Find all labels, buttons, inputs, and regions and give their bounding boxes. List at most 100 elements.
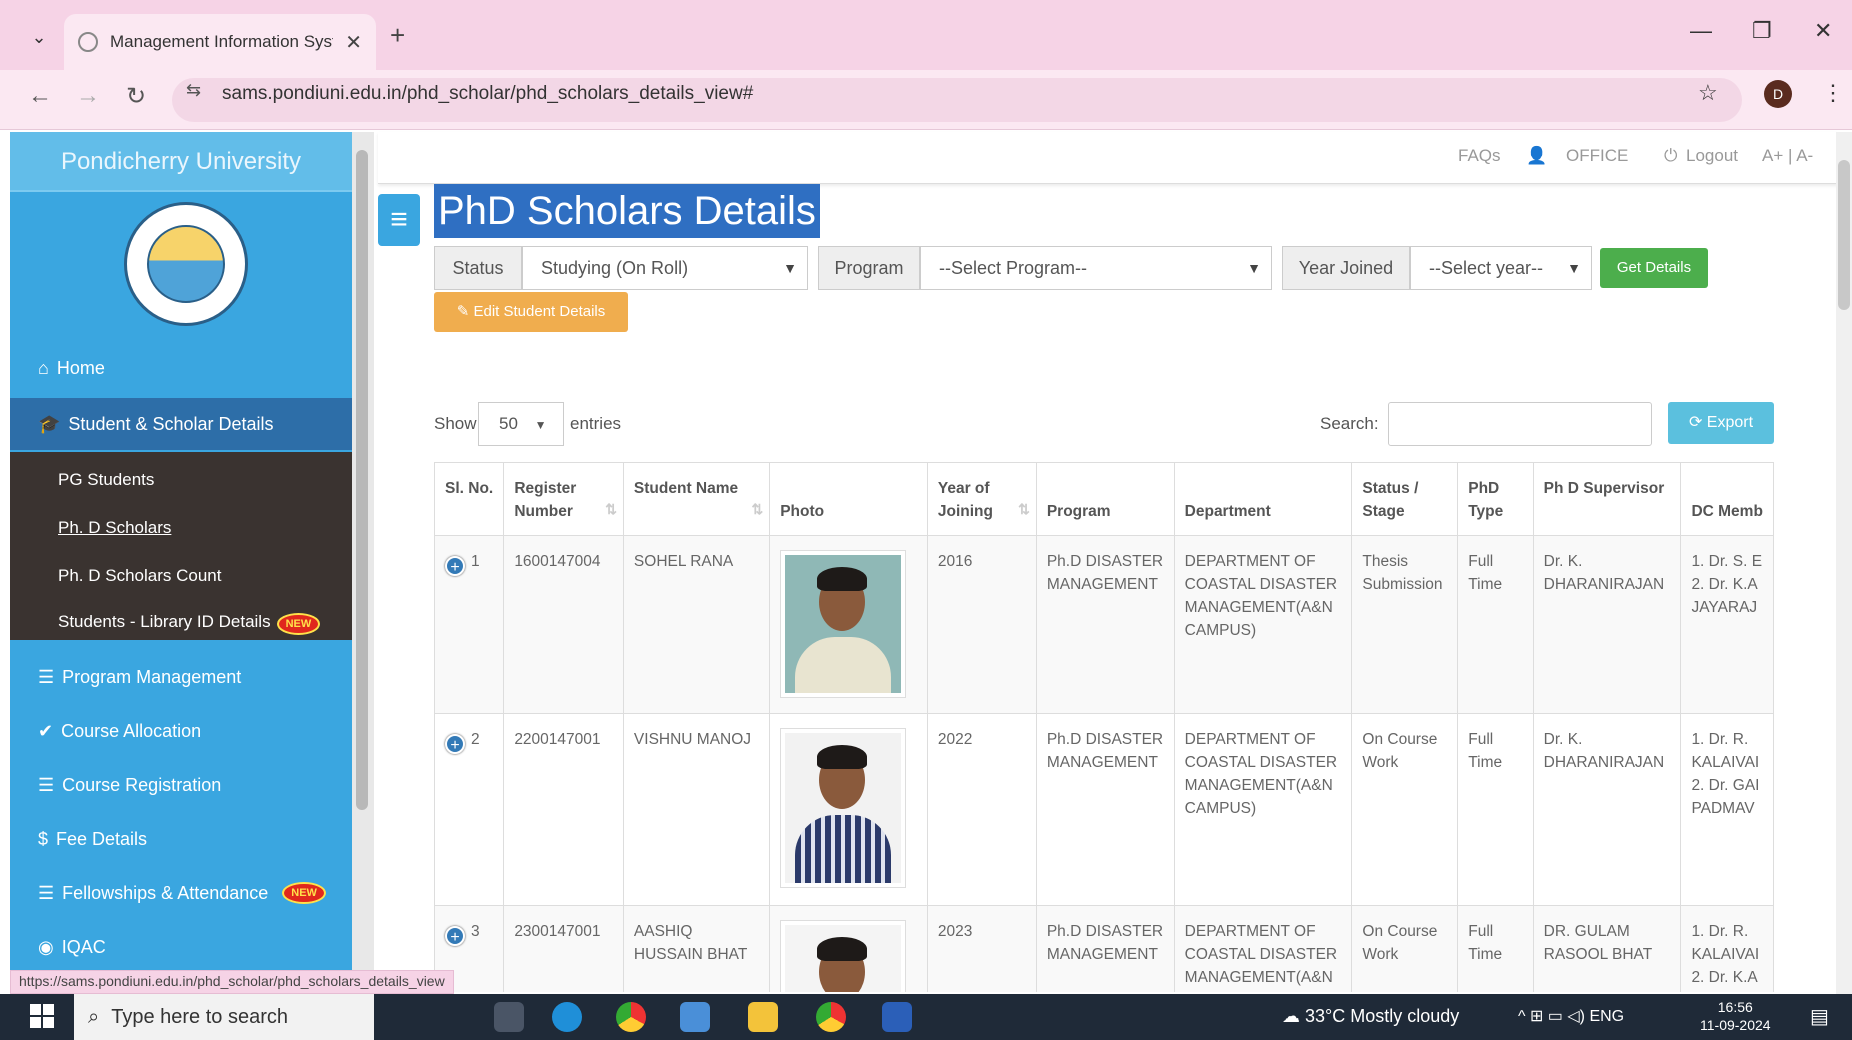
col-register-number[interactable]: Register Number ⇅ bbox=[503, 462, 624, 536]
edit-student-details-button[interactable]: ✎ Edit Student Details bbox=[434, 292, 628, 332]
supervisor-cell: Dr. K. DHARANIRAJAN bbox=[1532, 713, 1682, 906]
chrome-active-icon[interactable] bbox=[816, 1002, 846, 1032]
weather-widget[interactable]: ☁ 33°C Mostly cloudy bbox=[1282, 1006, 1459, 1027]
logout-link[interactable]: Logout bbox=[1686, 146, 1738, 166]
col-year-of-joining[interactable]: Year of Joining ⇅ bbox=[926, 462, 1037, 536]
student-photo bbox=[780, 728, 907, 888]
browser-tab[interactable]: Management Information Syst ✕ bbox=[64, 14, 376, 70]
clock[interactable]: 16:56 11-09-2024 bbox=[1700, 998, 1771, 1034]
submenu-pg-students[interactable]: PG Students bbox=[58, 470, 154, 490]
year-select[interactable]: --Select year-- ▼ bbox=[1410, 246, 1592, 290]
url-text[interactable]: sams.pondiuni.edu.in/phd_scholar/phd_sch… bbox=[222, 83, 753, 105]
col-dc-members[interactable]: DC Memb bbox=[1680, 462, 1774, 536]
power-icon: ⏻ bbox=[1664, 146, 1678, 165]
entries-select[interactable]: 50 ▼ bbox=[478, 402, 564, 446]
col-student-name[interactable]: Student Name ⇅ bbox=[622, 462, 771, 536]
home-icon: ⌂ bbox=[38, 357, 49, 378]
restore-icon[interactable]: ❐ bbox=[1752, 18, 1772, 44]
chrome-icon[interactable] bbox=[616, 1002, 646, 1032]
year-cell: 2016 bbox=[926, 535, 1037, 714]
sidebar-title: Pondicherry University bbox=[10, 132, 352, 192]
sidebar-item-iqac[interactable]: ◉ IQAC bbox=[10, 922, 352, 970]
list-icon: ☰ bbox=[38, 774, 55, 795]
sidebar-item-program-management[interactable]: ☰ Program Management bbox=[10, 652, 352, 702]
office-link[interactable]: OFFICE bbox=[1566, 146, 1628, 166]
font-size-controls[interactable]: A+ | A- bbox=[1762, 146, 1813, 166]
status-select[interactable]: Studying (On Roll) ▼ bbox=[522, 246, 808, 290]
photo-cell bbox=[769, 535, 928, 714]
submenu-phd-scholars-count[interactable]: Ph. D Scholars Count bbox=[58, 566, 221, 586]
site-info-icon[interactable]: ⇆ bbox=[186, 80, 201, 101]
sidebar-submenu: PG Students Ph. D Scholars Ph. D Scholar… bbox=[10, 452, 352, 640]
sidebar-item-fee-details[interactable]: $ Fee Details bbox=[10, 814, 352, 864]
supervisor-cell: Dr. K. DHARANIRAJAN bbox=[1532, 535, 1682, 714]
reload-icon[interactable]: ↻ bbox=[126, 82, 146, 111]
profile-avatar[interactable]: D bbox=[1764, 80, 1792, 108]
student-name-cell: VISHNU MANOJ bbox=[622, 713, 771, 906]
phd-type-cell: Full Time bbox=[1457, 905, 1534, 992]
list-icon: ☰ bbox=[38, 882, 55, 903]
sidebar-item-course-allocation[interactable]: ✔ Course Allocation bbox=[10, 706, 352, 756]
tab-search-icon[interactable]: ⌄ bbox=[22, 20, 56, 54]
page-title: PhD Scholars Details bbox=[434, 184, 820, 238]
program-select[interactable]: --Select Program-- ▼ bbox=[920, 246, 1272, 290]
menu-toggle-icon[interactable]: ≡ bbox=[378, 194, 420, 246]
new-badge: NEW bbox=[276, 613, 321, 635]
get-details-button[interactable]: Get Details bbox=[1600, 248, 1708, 288]
back-icon[interactable]: ← bbox=[28, 82, 52, 110]
chevron-down-icon: ▼ bbox=[1567, 260, 1581, 276]
window-close-icon[interactable]: ✕ bbox=[1814, 18, 1832, 44]
file-explorer-icon[interactable] bbox=[748, 1002, 778, 1032]
sidebar-item-course-registration[interactable]: ☰ Course Registration bbox=[10, 760, 352, 810]
user-icon: 👤 bbox=[1526, 146, 1548, 165]
col-phd-supervisor[interactable]: Ph D Supervisor bbox=[1532, 462, 1682, 536]
col-status-stage[interactable]: Status / Stage bbox=[1351, 462, 1459, 536]
col-photo: Photo bbox=[769, 462, 928, 536]
program-cell: Ph.D DISASTER MANAGEMENT bbox=[1035, 905, 1175, 992]
export-button[interactable]: ⟳ Export bbox=[1668, 402, 1774, 444]
col-department[interactable]: Department bbox=[1173, 462, 1353, 536]
bookmark-star-icon[interactable]: ☆ bbox=[1698, 80, 1718, 106]
sort-icon: ⇅ bbox=[751, 501, 764, 517]
export-icon: ⟳ bbox=[1688, 414, 1703, 431]
taskbar-search[interactable]: ⌕ Type here to search bbox=[74, 994, 374, 1040]
close-tab-icon[interactable]: ✕ bbox=[345, 30, 362, 55]
phd-type-cell: Full Time bbox=[1457, 535, 1534, 714]
browser-menu-icon[interactable]: ⋮ bbox=[1822, 80, 1844, 106]
sidebar-scroll-thumb[interactable] bbox=[356, 150, 368, 810]
expand-row-icon[interactable]: + bbox=[445, 734, 465, 754]
new-tab-icon[interactable]: + bbox=[390, 20, 405, 51]
word-icon[interactable] bbox=[882, 1002, 912, 1032]
notification-icon[interactable]: ▤ bbox=[1810, 1004, 1829, 1029]
expand-row-icon[interactable]: + bbox=[445, 926, 465, 946]
submenu-phd-scholars[interactable]: Ph. D Scholars bbox=[58, 518, 171, 538]
task-view-icon[interactable] bbox=[494, 1002, 524, 1032]
windows-start-icon[interactable] bbox=[30, 1004, 54, 1028]
photo-cell bbox=[769, 905, 928, 992]
expand-row-icon[interactable]: + bbox=[445, 556, 465, 576]
dollar-icon: $ bbox=[38, 828, 49, 849]
minimize-icon[interactable]: — bbox=[1690, 18, 1712, 44]
phd-type-cell: Full Time bbox=[1457, 713, 1534, 906]
col-sl-no[interactable]: Sl. No. bbox=[434, 462, 505, 536]
faqs-link[interactable]: FAQs bbox=[1458, 146, 1501, 166]
sidebar-item-student-scholar-details[interactable]: 🎓 Student & Scholar Details bbox=[10, 398, 352, 450]
table-row: +3 2300147001 AASHIQ HUSSAIN BHAT 2023 P… bbox=[434, 905, 1774, 992]
system-tray[interactable]: ^ ⊞ ▭ ◁) ENG bbox=[1518, 1006, 1624, 1026]
sidebar-item-fellowships-attendance[interactable]: ☰ Fellowships & Attendance NEW bbox=[10, 868, 352, 918]
edge-icon[interactable] bbox=[552, 1002, 582, 1032]
sidebar-item-home[interactable]: ⌂ Home bbox=[10, 342, 352, 394]
scholars-table-wrap: Sl. No. Register Number ⇅ Student Name ⇅ P… bbox=[434, 462, 1774, 992]
app-icon[interactable] bbox=[680, 1002, 710, 1032]
search-input[interactable] bbox=[1388, 402, 1652, 446]
search-icon: ⌕ bbox=[88, 1005, 100, 1028]
sidebar: Pondicherry University ⌂ Home 🎓 Student … bbox=[10, 132, 352, 970]
col-phd-type[interactable]: PhD Type bbox=[1457, 462, 1534, 536]
link-preview-status: https://sams.pondiuni.edu.in/phd_scholar… bbox=[10, 970, 454, 994]
submenu-library-id-details[interactable]: Students - Library ID Details NEW bbox=[58, 612, 321, 635]
forward-icon[interactable]: → bbox=[76, 82, 100, 110]
status-cell: On Course Work bbox=[1351, 905, 1459, 992]
department-cell: DEPARTMENT OF COASTAL DISASTER MANAGEMEN… bbox=[1173, 535, 1353, 714]
col-program[interactable]: Program bbox=[1035, 462, 1175, 536]
main-scroll-thumb[interactable] bbox=[1838, 160, 1850, 310]
